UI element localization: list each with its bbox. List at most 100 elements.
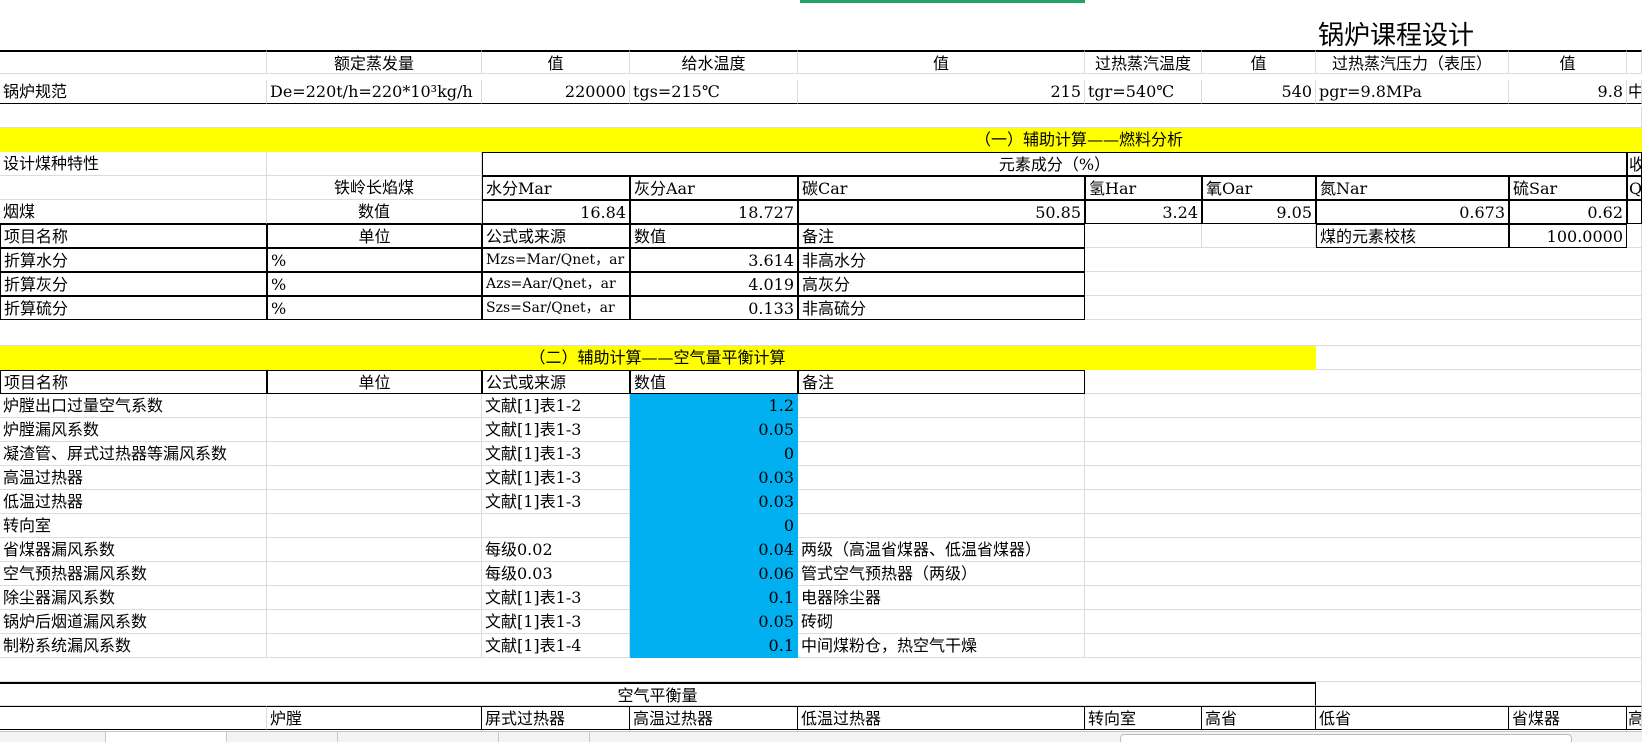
cell[interactable] — [1085, 466, 1642, 490]
air-row-name[interactable]: 锅炉后烟道漏风系数 — [0, 610, 267, 634]
cell[interactable] — [1085, 442, 1642, 466]
spec-feed-formula[interactable]: tgs=215℃ — [630, 80, 798, 104]
air-row-formula[interactable]: 文献[1]表1-3 — [482, 586, 630, 610]
th-formula[interactable]: 公式或来源 — [482, 370, 630, 394]
value-label[interactable]: 数值 — [267, 200, 482, 224]
coal-type[interactable]: 烟煤 — [0, 200, 267, 224]
cell[interactable] — [0, 706, 267, 730]
balance-col[interactable]: 高温过热器 — [630, 706, 798, 730]
air-row-value[interactable]: 0.1 — [630, 634, 798, 658]
air-row-name[interactable]: 空气预热器漏风系数 — [0, 562, 267, 586]
th-formula[interactable]: 公式或来源 — [482, 224, 630, 248]
air-row-name[interactable]: 高温过热器 — [0, 466, 267, 490]
air-row-note[interactable] — [798, 466, 1085, 490]
col-ash[interactable]: 灰分Aar — [630, 176, 798, 200]
cell[interactable] — [1085, 418, 1642, 442]
air-row-value[interactable]: 0 — [630, 514, 798, 538]
spec-press-formula[interactable]: pgr=9.8MPa — [1316, 80, 1509, 104]
col-nitrogen[interactable]: 氮Nar — [1316, 176, 1509, 200]
row-note[interactable]: 非高水分 — [798, 248, 1085, 272]
spec-feed-value[interactable]: 215 — [798, 80, 1085, 104]
row-name[interactable]: 折算水分 — [0, 248, 267, 272]
air-row-value[interactable]: 0.03 — [630, 490, 798, 514]
balance-col[interactable]: 炉膛 — [267, 706, 482, 730]
air-row-note[interactable] — [798, 442, 1085, 466]
air-row-value[interactable]: 0.05 — [630, 418, 798, 442]
row-unit[interactable]: % — [267, 296, 482, 320]
col-oxygen[interactable]: 氧Oar — [1202, 176, 1316, 200]
value-carbon[interactable]: 50.85 — [798, 200, 1085, 224]
cell[interactable] — [1085, 370, 1642, 394]
cell[interactable] — [267, 394, 482, 418]
spec-header-steampress[interactable]: 过热蒸汽压力（表压） — [1316, 50, 1509, 74]
cell[interactable] — [267, 586, 482, 610]
empty-row[interactable] — [0, 320, 1642, 346]
air-row-formula[interactable]: 文献[1]表1-3 — [482, 490, 630, 514]
air-row-note[interactable] — [798, 394, 1085, 418]
row-formula[interactable]: Szs=Sar/Qnet，ar — [482, 296, 630, 320]
th-unit[interactable]: 单位 — [267, 370, 482, 394]
th-name[interactable]: 项目名称 — [0, 224, 267, 248]
air-row-name[interactable]: 低温过热器 — [0, 490, 267, 514]
cell[interactable] — [1085, 610, 1642, 634]
row-formula[interactable]: Azs=Aar/Qnet，ar — [482, 272, 630, 296]
value-nitrogen[interactable]: 0.673 — [1316, 200, 1509, 224]
coal-characteristics-label[interactable]: 设计煤种特性 — [0, 152, 267, 176]
cell[interactable] — [0, 50, 267, 74]
element-check-value[interactable]: 100.0000 — [1509, 224, 1627, 248]
air-row-note[interactable]: 两级（高温省煤器、低温省煤器） — [798, 538, 1085, 562]
cell[interactable] — [1085, 272, 1642, 296]
spec-header-value[interactable]: 值 — [798, 50, 1085, 74]
col-hydrogen[interactable]: 氢Har — [1085, 176, 1202, 200]
th-value[interactable]: 数值 — [630, 370, 798, 394]
spec-steam-value[interactable]: 540 — [1202, 80, 1316, 104]
cell[interactable] — [1627, 200, 1642, 224]
cell[interactable] — [1316, 346, 1642, 370]
air-row-formula[interactable]: 文献[1]表1-3 — [482, 466, 630, 490]
empty-row[interactable] — [0, 106, 1642, 128]
spec-header-steamtemp[interactable]: 过热蒸汽温度 — [1085, 50, 1202, 74]
th-note[interactable]: 备注 — [798, 370, 1085, 394]
spec-evap-formula[interactable]: De=220t/h=220*10³kg/h — [267, 80, 482, 104]
row-name[interactable]: 折算灰分 — [0, 272, 267, 296]
balance-col[interactable]: 高 — [1627, 706, 1642, 730]
air-row-name[interactable]: 转向室 — [0, 514, 267, 538]
sheet-tab[interactable] — [499, 732, 590, 742]
cell[interactable] — [1085, 586, 1642, 610]
th-name[interactable]: 项目名称 — [0, 370, 267, 394]
cell[interactable] — [1085, 296, 1642, 320]
air-row-value[interactable]: 1.2 — [630, 394, 798, 418]
air-row-value[interactable]: 0.1 — [630, 586, 798, 610]
value-sulfur[interactable]: 0.62 — [1509, 200, 1627, 224]
cell[interactable] — [1627, 224, 1642, 248]
balance-col[interactable]: 屏式过热器 — [482, 706, 630, 730]
spec-header-value[interactable]: 值 — [482, 50, 630, 74]
spec-header-value[interactable]: 值 — [1509, 50, 1627, 74]
air-row-value[interactable]: 0.03 — [630, 466, 798, 490]
air-row-value[interactable]: 0.06 — [630, 562, 798, 586]
cell[interactable] — [267, 514, 482, 538]
row-unit[interactable]: % — [267, 272, 482, 296]
value-hydrogen[interactable]: 3.24 — [1085, 200, 1202, 224]
air-row-name[interactable]: 炉膛漏风系数 — [0, 418, 267, 442]
cell[interactable] — [267, 442, 482, 466]
air-row-value[interactable]: 0.05 — [630, 610, 798, 634]
col-sulfur[interactable]: 硫Sar — [1509, 176, 1627, 200]
overflow-cell[interactable]: 收 — [1627, 152, 1642, 176]
spec-evap-value[interactable]: 220000 — [482, 80, 630, 104]
row-note[interactable]: 非高硫分 — [798, 296, 1085, 320]
air-row-formula[interactable]: 文献[1]表1-3 — [482, 610, 630, 634]
air-row-name[interactable]: 制粉系统漏风系数 — [0, 634, 267, 658]
th-note[interactable]: 备注 — [798, 224, 1085, 248]
balance-col[interactable]: 高省 — [1202, 706, 1316, 730]
air-row-formula[interactable]: 文献[1]表1-3 — [482, 418, 630, 442]
col-qnet[interactable]: Qn — [1627, 176, 1642, 200]
cell[interactable] — [267, 634, 482, 658]
air-row-note[interactable]: 管式空气预热器（两级） — [798, 562, 1085, 586]
cell[interactable] — [1085, 490, 1642, 514]
cell[interactable] — [267, 418, 482, 442]
sheet-tab-active[interactable] — [106, 732, 227, 742]
sheet-tab[interactable] — [338, 732, 499, 742]
cell[interactable] — [1627, 50, 1642, 74]
air-row-note[interactable]: 中间煤粉仓，热空气干燥 — [798, 634, 1085, 658]
